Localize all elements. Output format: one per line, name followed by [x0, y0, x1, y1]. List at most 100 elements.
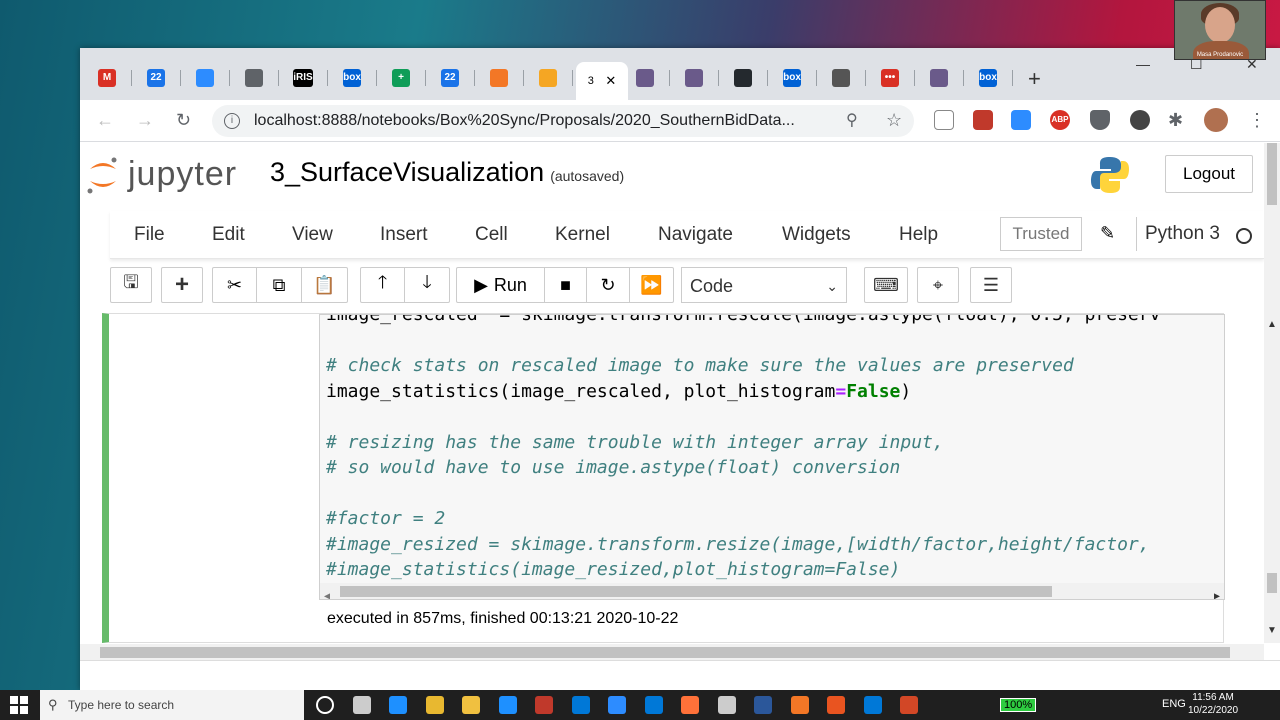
- scroll-right-icon[interactable]: ▶: [1214, 584, 1220, 599]
- lens-app-icon[interactable]: [498, 696, 517, 714]
- browser-tab-right-4[interactable]: [826, 68, 866, 88]
- browser-tab-right-0[interactable]: [630, 68, 670, 88]
- extensions-puzzle-icon[interactable]: ✱: [1168, 110, 1183, 131]
- move-toolbar-button[interactable]: ⌖: [917, 267, 959, 303]
- scroll-up-icon[interactable]: ▲: [1267, 319, 1277, 330]
- kernel-name[interactable]: Python 3: [1136, 217, 1220, 251]
- browser-tab-right-3[interactable]: box: [777, 68, 817, 88]
- toc-button[interactable]: ☰: [970, 267, 1012, 303]
- browser-tab-7[interactable]: 22: [435, 68, 475, 88]
- zoom-icon[interactable]: [608, 696, 626, 714]
- code-cell[interactable]: image_rescaled = skimage.transform.resca…: [102, 313, 1225, 643]
- site-info-icon[interactable]: i: [224, 113, 240, 129]
- scroll-left-icon[interactable]: ◀: [324, 584, 330, 599]
- red-extension-icon[interactable]: [973, 110, 993, 130]
- powerpoint-icon[interactable]: [900, 696, 918, 714]
- menu-cell[interactable]: Cell: [475, 224, 508, 246]
- code-hscrollbar[interactable]: ◀ ▶: [320, 583, 1224, 599]
- zoom-icon[interactable]: ⚲: [846, 110, 858, 130]
- close-tab-icon[interactable]: ✕: [605, 73, 616, 89]
- page-vscroll-thumb-top[interactable]: [1267, 143, 1277, 205]
- jupyter-icon[interactable]: [790, 696, 809, 714]
- notebook-name[interactable]: 3_SurfaceVisualization: [270, 157, 544, 187]
- menu-view[interactable]: View: [292, 224, 333, 246]
- circle-extension-icon[interactable]: [1130, 110, 1150, 130]
- browser-tab-1[interactable]: 22: [141, 68, 181, 88]
- code-hscroll-thumb[interactable]: [340, 586, 1052, 597]
- menu-help[interactable]: Help: [899, 224, 938, 246]
- cell-type-select[interactable]: Code ⌄: [681, 267, 847, 303]
- page-hscrollbar[interactable]: [80, 644, 1264, 660]
- move-down-button[interactable]: 🡓: [405, 268, 449, 302]
- notebook-title[interactable]: 3_SurfaceVisualization (autosaved): [270, 157, 624, 188]
- run-button[interactable]: ▶ Run: [457, 268, 545, 302]
- restart-button[interactable]: ↻: [587, 268, 630, 302]
- interrupt-button[interactable]: ■: [545, 268, 587, 302]
- minimize-icon[interactable]: —: [1136, 56, 1150, 72]
- task-view-icon[interactable]: [316, 696, 334, 714]
- menu-kernel[interactable]: Kernel: [555, 224, 610, 246]
- photos-icon[interactable]: [863, 696, 882, 714]
- shield-extension-icon[interactable]: [1090, 110, 1110, 130]
- menu-file[interactable]: File: [134, 224, 165, 246]
- mail-icon[interactable]: [571, 696, 590, 714]
- forward-icon[interactable]: →: [136, 110, 154, 131]
- windows-start-icon[interactable]: [10, 696, 28, 714]
- edge-icon[interactable]: [389, 696, 407, 714]
- save-button[interactable]: 🖫: [110, 267, 152, 303]
- menu-navigate[interactable]: Navigate: [658, 224, 733, 246]
- menu-widgets[interactable]: Widgets: [782, 224, 851, 246]
- menu-insert[interactable]: Insert: [380, 224, 428, 246]
- command-palette-button[interactable]: ⌨: [864, 267, 908, 303]
- page-vscrollbar[interactable]: ▲ ▼: [1264, 143, 1280, 643]
- profile-avatar[interactable]: [1204, 108, 1228, 132]
- browser-tab-right-1[interactable]: [679, 68, 719, 88]
- bookmark-star-icon[interactable]: ☆: [886, 110, 902, 131]
- trusted-indicator[interactable]: Trusted: [1000, 217, 1082, 251]
- browser-tab-8[interactable]: [484, 68, 524, 88]
- adblock-extension-icon[interactable]: ABP: [1050, 110, 1070, 130]
- browser-tab-right-5[interactable]: •••: [875, 68, 915, 88]
- new-tab-button[interactable]: +: [1028, 66, 1041, 92]
- settings-icon[interactable]: [717, 696, 736, 714]
- chrome-icon[interactable]: [425, 696, 444, 714]
- browser-tab-6[interactable]: +: [386, 68, 426, 88]
- ubuntu-icon[interactable]: [827, 696, 845, 714]
- outlook-icon[interactable]: [644, 696, 663, 714]
- reload-icon[interactable]: ↻: [176, 110, 191, 131]
- url-input[interactable]: i localhost:8888/notebooks/Box%20Sync/Pr…: [212, 105, 914, 137]
- browser-tab-4[interactable]: iRIS: [288, 68, 328, 88]
- firefox-icon[interactable]: [681, 696, 699, 714]
- acrobat-icon[interactable]: [535, 696, 553, 714]
- logout-button[interactable]: Logout: [1165, 155, 1253, 193]
- insert-cell-button[interactable]: +: [161, 267, 203, 303]
- page-hscroll-thumb[interactable]: [100, 647, 1230, 658]
- browser-tab-2[interactable]: [190, 68, 230, 88]
- calculator-icon[interactable]: [352, 696, 371, 714]
- reader-extension-icon[interactable]: [934, 110, 954, 130]
- browser-tab-9[interactable]: [533, 68, 573, 88]
- active-tab[interactable]: 3 ✕: [576, 62, 628, 100]
- copy-button[interactable]: ⧉: [257, 268, 302, 302]
- menu-edit[interactable]: Edit: [212, 224, 245, 246]
- file-explorer-icon[interactable]: [462, 696, 480, 714]
- taskbar-clock[interactable]: 11:56 AM 10/22/2020: [1188, 691, 1238, 717]
- zoom-extension-icon[interactable]: [1011, 110, 1031, 130]
- restart-run-all-button[interactable]: ⏩: [630, 268, 673, 302]
- browser-tab-right-6[interactable]: [924, 68, 964, 88]
- code-editor[interactable]: image_rescaled = skimage.transform.resca…: [319, 314, 1225, 600]
- browser-tab-right-7[interactable]: box: [973, 68, 1013, 88]
- move-up-button[interactable]: 🡑: [361, 268, 405, 302]
- browser-tab-0[interactable]: M: [92, 68, 132, 88]
- taskbar-search[interactable]: ⚲ Type here to search: [40, 690, 304, 720]
- browser-tab-3[interactable]: [239, 68, 279, 88]
- word-icon[interactable]: [754, 696, 772, 714]
- battery-indicator[interactable]: 100%: [1000, 698, 1037, 712]
- chrome-menu-icon[interactable]: ⋮: [1248, 110, 1266, 131]
- cut-button[interactable]: ✂: [213, 268, 257, 302]
- scroll-down-icon[interactable]: ▼: [1267, 625, 1277, 636]
- back-icon[interactable]: ←: [96, 110, 114, 131]
- browser-tab-5[interactable]: box: [337, 68, 377, 88]
- language-indicator[interactable]: ENG: [1162, 698, 1186, 710]
- browser-tab-right-2[interactable]: [728, 68, 768, 88]
